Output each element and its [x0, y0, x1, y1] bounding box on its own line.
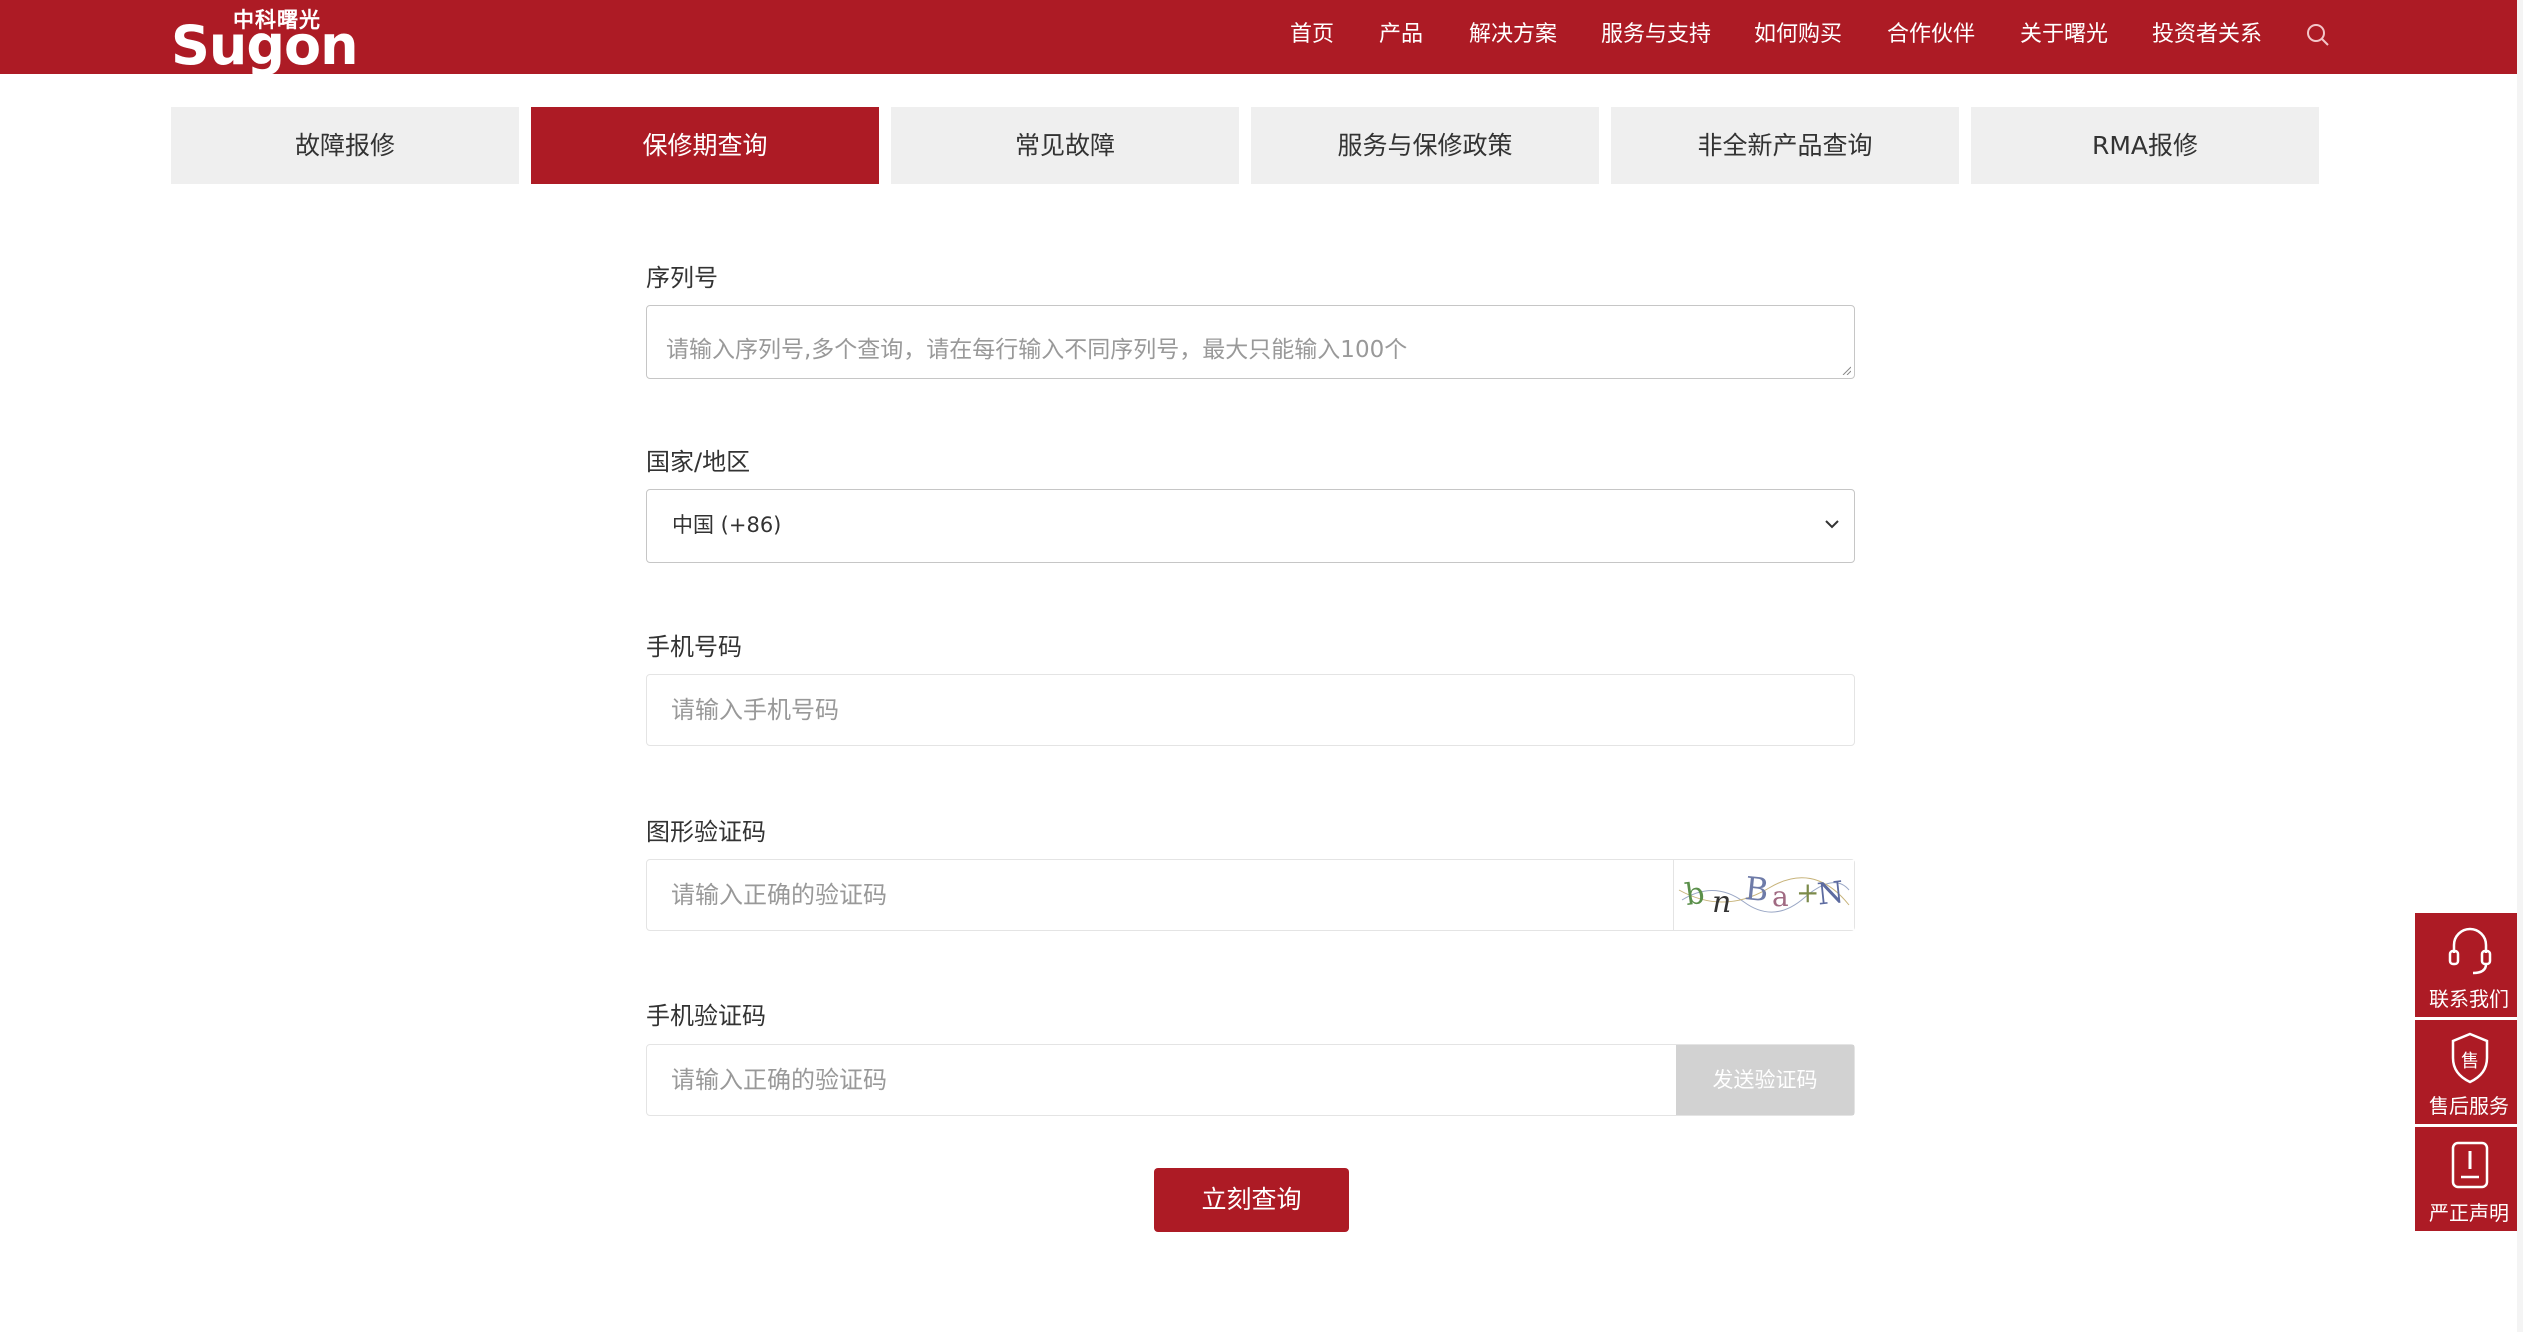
logo-english-text: Sugon [171, 14, 359, 77]
tab-repair[interactable]: 故障报修 [171, 107, 519, 184]
nav-item-how-to-buy[interactable]: 如何购买 [1754, 0, 1842, 70]
tab-non-new-products[interactable]: 非全新产品查询 [1611, 107, 1959, 184]
side-label-contact: 联系我们 [2429, 987, 2509, 1011]
captcha-image[interactable]: b n B a + N [1673, 860, 1854, 930]
nav-item-home[interactable]: 首页 [1290, 0, 1334, 70]
side-label-statement: 严正声明 [2429, 1201, 2509, 1225]
headset-icon [2448, 927, 2492, 975]
serial-number-textarea[interactable] [646, 305, 1855, 379]
nav-item-service-support[interactable]: 服务与支持 [1601, 0, 1711, 70]
sms-code-label: 手机验证码 [646, 1002, 766, 1030]
resize-handle-icon[interactable] [1841, 365, 1851, 375]
tab-rma[interactable]: RMA报修 [1971, 107, 2319, 184]
nav-item-products[interactable]: 产品 [1379, 0, 1423, 70]
top-header: 中科曙光 Sugon 首页 产品 解决方案 服务与支持 如何购买 合作伙伴 关于… [0, 0, 2517, 77]
send-code-button[interactable]: 发送验证码 [1676, 1045, 1854, 1115]
serial-label: 序列号 [646, 264, 718, 292]
country-selected-value: 中国 (+86) [672, 513, 782, 537]
captcha-char: N [1816, 875, 1846, 913]
captcha-char: a [1772, 880, 1789, 913]
captcha-label: 图形验证码 [646, 818, 766, 846]
chevron-down-icon [1825, 520, 1839, 529]
nav-item-partners[interactable]: 合作伙伴 [1887, 0, 1975, 70]
phone-label: 手机号码 [646, 633, 742, 661]
captcha-char: B [1743, 869, 1770, 909]
search-icon[interactable] [2305, 22, 2335, 52]
side-statement[interactable]: 严正声明 [2415, 1127, 2523, 1231]
captcha-input[interactable] [647, 860, 1675, 930]
shield-icon: 售 [2451, 1032, 2489, 1084]
nav-item-investor-relations[interactable]: 投资者关系 [2152, 0, 2262, 70]
side-after-sales[interactable]: 售 售后服务 [2415, 1020, 2523, 1124]
phone-input[interactable] [647, 675, 1854, 745]
side-label-after-sales: 售后服务 [2429, 1094, 2509, 1118]
tab-warranty-policy[interactable]: 服务与保修政策 [1251, 107, 1599, 184]
captcha-char: n [1712, 885, 1731, 920]
sms-code-input[interactable] [647, 1045, 1677, 1115]
tab-common-faults[interactable]: 常见故障 [891, 107, 1239, 184]
svg-text:售: 售 [2461, 1051, 2479, 1072]
tab-warranty-query[interactable]: 保修期查询 [531, 107, 879, 184]
serial-field-wrapper [646, 305, 1855, 379]
phone-field-wrapper [646, 674, 1855, 746]
sugon-logo[interactable]: 中科曙光 Sugon [171, 4, 359, 77]
country-label: 国家/地区 [646, 448, 751, 476]
captcha-char: b [1683, 876, 1707, 913]
submit-query-button[interactable]: 立刻查询 [1154, 1168, 1349, 1232]
sms-field-wrapper: 发送验证码 [646, 1044, 1855, 1116]
page-scrollbar[interactable] [2517, 0, 2523, 1332]
side-contact-us[interactable]: 联系我们 [2415, 913, 2523, 1017]
country-select[interactable]: 中国 (+86) [646, 489, 1855, 563]
nav-item-about[interactable]: 关于曙光 [2020, 0, 2108, 70]
notice-icon [2451, 1141, 2489, 1189]
nav-item-solutions[interactable]: 解决方案 [1469, 0, 1557, 70]
captcha-field-wrapper: b n B a + N [646, 859, 1855, 931]
